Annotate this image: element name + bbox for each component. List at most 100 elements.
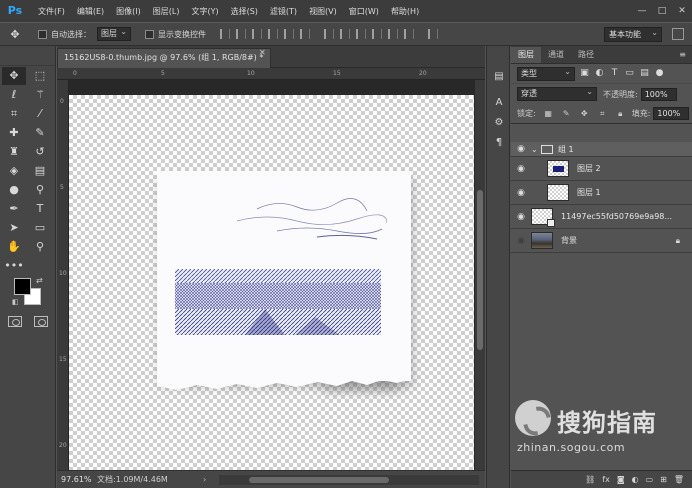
auto-align-icon[interactable] xyxy=(428,29,438,39)
menu-filter[interactable]: 滤镜(T) xyxy=(264,6,303,17)
distribute-top-icon[interactable] xyxy=(324,29,334,39)
filter-type-icon[interactable]: T xyxy=(609,68,620,79)
filter-shape-icon[interactable]: ▭ xyxy=(624,68,635,79)
status-menu-arrow-icon[interactable]: › xyxy=(203,475,213,484)
rectangle-tool-icon[interactable]: ▭ xyxy=(28,219,52,237)
hand-tool-icon[interactable]: ✋ xyxy=(2,238,26,256)
swap-colors-icon[interactable]: ⇄ xyxy=(36,276,43,285)
visibility-eye-icon[interactable]: ◉ xyxy=(511,188,531,198)
distribute-right-icon[interactable] xyxy=(404,29,414,39)
opacity-field[interactable]: 100% xyxy=(640,87,677,101)
move-tool-icon[interactable]: ✥ xyxy=(2,66,26,85)
align-hcenter-icon[interactable] xyxy=(284,29,294,39)
foreground-color-swatch[interactable] xyxy=(14,278,31,295)
brush-tool-icon[interactable]: ✎ xyxy=(28,124,52,142)
layer-row[interactable]: ◉ 11497ec55fd50769e9a98... xyxy=(511,205,692,229)
crop-tool-icon[interactable]: ⌗ xyxy=(2,105,26,123)
document-canvas[interactable] xyxy=(69,95,474,470)
maximize-button[interactable]: □ xyxy=(652,0,672,22)
layer-style-icon[interactable]: fx xyxy=(602,475,610,484)
lock-artboard-icon[interactable]: ⌗ xyxy=(597,108,608,119)
marquee-tool-icon[interactable]: ⬚ xyxy=(28,67,52,85)
lock-all-icon[interactable]: 🔒︎ xyxy=(615,108,626,119)
distribute-bottom-icon[interactable] xyxy=(356,29,366,39)
screen-mode-icon[interactable] xyxy=(34,316,48,327)
menu-file[interactable]: 文件(F) xyxy=(32,6,71,17)
menu-type[interactable]: 文字(Y) xyxy=(185,6,224,17)
lock-transparent-icon[interactable]: ▦ xyxy=(543,108,554,119)
canvas-area[interactable]: 0 5 10 15 20 0 5 10 15 20 xyxy=(57,68,485,470)
panel-menu-icon[interactable]: ≡ xyxy=(679,47,692,63)
visibility-eye-icon[interactable]: ◉ xyxy=(511,236,531,246)
align-top-icon[interactable] xyxy=(220,29,230,39)
workspace-select[interactable]: 基本功能 xyxy=(604,26,662,42)
filter-adjustment-icon[interactable]: ◐ xyxy=(594,68,605,79)
ruler-vertical[interactable]: 0 5 10 15 20 xyxy=(57,80,69,470)
pen-tool-icon[interactable]: ✒ xyxy=(2,200,26,218)
move-tool-preset-icon[interactable]: ✥ xyxy=(0,28,30,41)
menu-edit[interactable]: 编辑(E) xyxy=(71,6,110,17)
close-tab-icon[interactable]: ✕ xyxy=(259,48,266,57)
filter-pixel-icon[interactable]: ▣ xyxy=(579,68,590,79)
distribute-vcenter-icon[interactable] xyxy=(340,29,350,39)
eyedropper-tool-icon[interactable]: ⁄ xyxy=(28,105,52,123)
align-bottom-icon[interactable] xyxy=(252,29,262,39)
menu-help[interactable]: 帮助(H) xyxy=(385,6,425,17)
link-layers-icon[interactable]: ⛓ xyxy=(585,475,595,484)
add-mask-icon[interactable]: ◙ xyxy=(617,475,625,484)
menu-select[interactable]: 选择(S) xyxy=(225,6,264,17)
history-panel-icon[interactable]: ▤ xyxy=(487,66,511,86)
dodge-tool-icon[interactable]: ⚲ xyxy=(28,181,52,199)
new-group-icon[interactable]: ▭ xyxy=(646,475,654,484)
default-colors-icon[interactable]: ◧ xyxy=(12,298,19,306)
filter-toggle-icon[interactable]: ● xyxy=(654,68,665,79)
blur-tool-icon[interactable]: ● xyxy=(2,181,26,199)
layer-row[interactable]: ◉ 图层 2 xyxy=(511,157,692,181)
lock-image-icon[interactable]: ✎ xyxy=(561,108,572,119)
layer-row-group[interactable]: ◉ ⌄ 组 1 xyxy=(511,142,692,157)
eraser-tool-icon[interactable]: ◈ xyxy=(2,162,26,180)
ruler-horizontal[interactable]: 0 5 10 15 20 xyxy=(57,68,485,80)
auto-select-target-select[interactable]: 图层 xyxy=(97,26,131,41)
lasso-tool-icon[interactable]: ℓ xyxy=(2,86,26,104)
tab-paths[interactable]: 路径 xyxy=(571,47,601,63)
tab-channels[interactable]: 通道 xyxy=(541,47,571,63)
magic-wand-tool-icon[interactable]: ⚚ xyxy=(28,86,52,104)
layer-row[interactable]: ◉ 背景 🔒︎ xyxy=(511,229,692,253)
layer-row[interactable]: ◉ 图层 1 xyxy=(511,181,692,205)
horizontal-scroll-thumb[interactable] xyxy=(249,476,389,483)
filter-smart-icon[interactable]: ▤ xyxy=(639,68,650,79)
character-panel-icon[interactable]: A xyxy=(487,92,511,112)
vertical-scroll-thumb[interactable] xyxy=(477,190,483,350)
workspace-panel-icon[interactable] xyxy=(672,28,684,40)
align-right-icon[interactable] xyxy=(300,29,310,39)
paragraph-panel-icon[interactable]: ¶ xyxy=(487,132,511,152)
document-tab[interactable]: 15162US8-0.thumb.jpg @ 97.6% (组 1, RGB/8… xyxy=(57,48,271,68)
tools-panel-grip[interactable] xyxy=(0,46,55,66)
vertical-scrollbar[interactable] xyxy=(475,80,485,470)
menu-image[interactable]: 图像(I) xyxy=(110,6,147,17)
close-button[interactable]: ✕ xyxy=(672,0,692,22)
new-layer-icon[interactable]: ⊞ xyxy=(660,475,667,484)
menu-view[interactable]: 视图(V) xyxy=(303,6,343,17)
horizontal-scrollbar[interactable] xyxy=(219,474,479,485)
edit-toolbar-icon[interactable]: ••• xyxy=(2,257,26,275)
menu-layer[interactable]: 图层(L) xyxy=(147,6,186,17)
clone-stamp-tool-icon[interactable]: ♜ xyxy=(2,143,26,161)
auto-select-checkbox[interactable] xyxy=(38,29,47,39)
group-expand-icon[interactable]: ⌄ xyxy=(531,145,541,154)
zoom-level[interactable]: 97.61% xyxy=(57,475,93,484)
minimize-button[interactable]: — xyxy=(632,0,652,22)
show-transform-checkbox[interactable] xyxy=(145,29,154,39)
zoom-tool-icon[interactable]: ⚲ xyxy=(28,238,52,256)
visibility-eye-icon[interactable]: ◉ xyxy=(511,164,531,174)
history-brush-tool-icon[interactable]: ↺ xyxy=(28,143,52,161)
visibility-eye-icon[interactable]: ◉ xyxy=(511,144,531,154)
tab-layers[interactable]: 图层 xyxy=(511,47,541,63)
quick-mask-icon[interactable] xyxy=(8,316,22,327)
adjustment-layer-icon[interactable]: ◐ xyxy=(632,475,639,484)
delete-layer-icon[interactable]: 🗑︎ xyxy=(674,475,684,484)
lock-position-icon[interactable]: ✥ xyxy=(579,108,590,119)
type-tool-icon[interactable]: T xyxy=(28,200,52,218)
gradient-tool-icon[interactable]: ▤ xyxy=(28,162,52,180)
